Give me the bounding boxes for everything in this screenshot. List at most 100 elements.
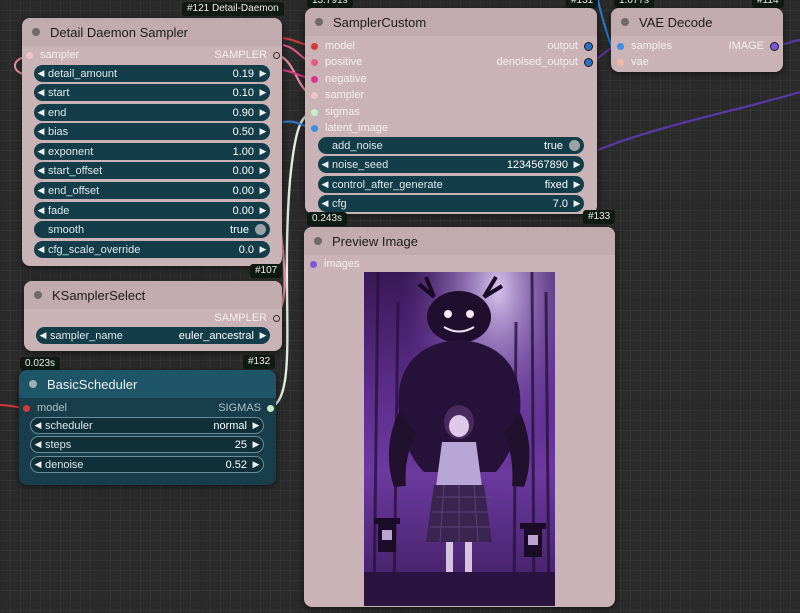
input-slot-samples[interactable]: samples (617, 38, 672, 54)
decrement-arrow-icon[interactable]: ◀ (318, 179, 332, 190)
input-slot-positive[interactable]: positive (311, 54, 362, 70)
output-slot-output[interactable]: output (547, 38, 593, 54)
widget-end-offset[interactable]: ◀ end_offset 0.00 ▶ (34, 182, 270, 199)
sampler-custom-node[interactable]: SamplerCustom model positive negative sa… (305, 8, 597, 214)
slot-dot-icon (267, 404, 274, 412)
input-slot-sigmas[interactable]: sigmas (311, 104, 360, 120)
increment-arrow-icon[interactable]: ▶ (570, 198, 584, 209)
decrement-arrow-icon[interactable]: ◀ (34, 244, 48, 255)
detail-daemon-sampler-node[interactable]: Detail Daemon Sampler #121 Detail-Daemon… (22, 2, 284, 266)
widget-value: 25 (234, 438, 247, 451)
slot-label: SAMPLER (214, 49, 267, 61)
output-slot-sampler[interactable]: SAMPLER (214, 310, 280, 326)
input-slot-sampler[interactable]: sampler (26, 47, 79, 63)
increment-arrow-icon[interactable]: ▶ (256, 185, 270, 196)
decrement-arrow-icon[interactable]: ◀ (34, 126, 48, 137)
increment-arrow-icon[interactable]: ▶ (256, 244, 270, 255)
decrement-arrow-icon[interactable]: ◀ (34, 185, 48, 196)
widget-value: 0.50 (232, 125, 254, 138)
increment-arrow-icon[interactable]: ▶ (256, 205, 270, 216)
preview-id-badge: #133 (583, 210, 616, 224)
decrement-arrow-icon[interactable]: ◀ (34, 68, 48, 79)
output-slot-denoised-output[interactable]: denoised_output (497, 54, 593, 70)
decrement-arrow-icon[interactable]: ◀ (34, 107, 48, 118)
slot-label: SIGMAS (218, 402, 261, 414)
slot-label: denoised_output (496, 56, 578, 68)
toggle-knob-icon[interactable] (255, 224, 266, 235)
input-slot-latent-image[interactable]: latent_image (311, 120, 388, 136)
ksampler-select-node[interactable]: KSamplerSelect SAMPLER ◀ sampler_name eu… (24, 281, 282, 351)
increment-arrow-icon[interactable]: ▶ (256, 68, 270, 79)
collapse-dot-icon[interactable] (621, 18, 629, 26)
collapse-dot-icon[interactable] (29, 380, 37, 388)
widget-fade[interactable]: ◀ fade 0.00 ▶ (34, 202, 270, 219)
node-id-badge: #121 Detail-Daemon (182, 2, 284, 16)
preview-image-output[interactable] (364, 272, 555, 606)
node-title-bar[interactable]: SamplerCustom (305, 8, 597, 36)
basic-scheduler-node[interactable]: BasicScheduler model SIGMAS ◀ scheduler … (19, 370, 276, 485)
decrement-arrow-icon[interactable]: ◀ (318, 159, 332, 170)
widget-noise-seed[interactable]: ◀ noise_seed 1234567890 ▶ (318, 156, 584, 173)
input-slot-model[interactable]: model (311, 38, 355, 54)
node-title-bar[interactable]: VAE Decode (611, 8, 783, 36)
output-slot-sampler[interactable]: SAMPLER (214, 47, 280, 63)
output-slot-sigmas[interactable]: SIGMAS (218, 400, 274, 416)
decrement-arrow-icon[interactable]: ◀ (31, 439, 45, 450)
toggle-knob-icon[interactable] (569, 140, 580, 151)
node-title-bar[interactable]: BasicScheduler (19, 370, 276, 398)
node-title-bar[interactable]: Detail Daemon Sampler (22, 18, 282, 46)
increment-arrow-icon[interactable]: ▶ (249, 459, 263, 470)
collapse-dot-icon[interactable] (32, 28, 40, 36)
widget-cfg[interactable]: ◀ cfg 7.0 ▶ (318, 195, 584, 212)
widget-add-noise-toggle[interactable]: add_noise true (318, 137, 584, 154)
decrement-arrow-icon[interactable]: ◀ (34, 165, 48, 176)
widget-value: 0.19 (232, 67, 254, 80)
increment-arrow-icon[interactable]: ▶ (570, 159, 584, 170)
output-slot-image[interactable]: IMAGE (729, 38, 779, 54)
widget-bias[interactable]: ◀ bias 0.50 ▶ (34, 123, 270, 140)
widget-detail-amount[interactable]: ◀ detail_amount 0.19 ▶ (34, 65, 270, 82)
increment-arrow-icon[interactable]: ▶ (256, 165, 270, 176)
decrement-arrow-icon[interactable]: ◀ (318, 198, 332, 209)
decrement-arrow-icon[interactable]: ◀ (34, 146, 48, 157)
increment-arrow-icon[interactable]: ▶ (249, 439, 263, 450)
widget-sampler-name[interactable]: ◀ sampler_name euler_ancestral ▶ (36, 327, 270, 344)
input-slot-sampler[interactable]: sampler (311, 87, 364, 103)
decrement-arrow-icon[interactable]: ◀ (34, 205, 48, 216)
collapse-dot-icon[interactable] (315, 18, 323, 26)
collapse-dot-icon[interactable] (314, 237, 322, 245)
input-slot-images[interactable]: images (310, 256, 359, 272)
increment-arrow-icon[interactable]: ▶ (256, 146, 270, 157)
vae-decode-node[interactable]: VAE Decode samples vae IMAGE (611, 8, 783, 72)
widget-smooth-toggle[interactable]: smooth true (34, 221, 270, 238)
widget-start-offset[interactable]: ◀ start_offset 0.00 ▶ (34, 162, 270, 179)
increment-arrow-icon[interactable]: ▶ (256, 330, 270, 341)
decrement-arrow-icon[interactable]: ◀ (31, 420, 45, 431)
node-title-bar[interactable]: Preview Image (304, 227, 615, 255)
widget-exponent[interactable]: ◀ exponent 1.00 ▶ (34, 143, 270, 160)
widget-start[interactable]: ◀ start 0.10 ▶ (34, 84, 270, 101)
node-title-bar[interactable]: KSamplerSelect (24, 281, 282, 309)
decrement-arrow-icon[interactable]: ◀ (34, 87, 48, 98)
collapse-dot-icon[interactable] (34, 291, 42, 299)
increment-arrow-icon[interactable]: ▶ (570, 179, 584, 190)
increment-arrow-icon[interactable]: ▶ (249, 420, 263, 431)
widget-end[interactable]: ◀ end 0.90 ▶ (34, 104, 270, 121)
widget-control-after-generate[interactable]: ◀ control_after_generate fixed ▶ (318, 176, 584, 193)
input-slot-model[interactable]: model (23, 400, 67, 416)
decrement-arrow-icon[interactable]: ◀ (36, 330, 50, 341)
increment-arrow-icon[interactable]: ▶ (256, 87, 270, 98)
increment-arrow-icon[interactable]: ▶ (256, 107, 270, 118)
widget-scheduler[interactable]: ◀ scheduler normal ▶ (30, 417, 264, 434)
widget-denoise[interactable]: ◀ denoise 0.52 ▶ (30, 456, 264, 473)
slot-label: positive (325, 56, 363, 68)
node-title: Preview Image (332, 233, 418, 249)
widget-cfg-scale-override[interactable]: ◀ cfg_scale_override 0.0 ▶ (34, 241, 270, 258)
preview-image-node[interactable]: Preview Image images (304, 227, 615, 607)
decrement-arrow-icon[interactable]: ◀ (31, 459, 45, 470)
increment-arrow-icon[interactable]: ▶ (256, 126, 270, 137)
input-slot-vae[interactable]: vae (617, 54, 649, 70)
widget-label: start (48, 86, 70, 99)
input-slot-negative[interactable]: negative (311, 71, 367, 87)
widget-steps[interactable]: ◀ steps 25 ▶ (30, 436, 264, 453)
